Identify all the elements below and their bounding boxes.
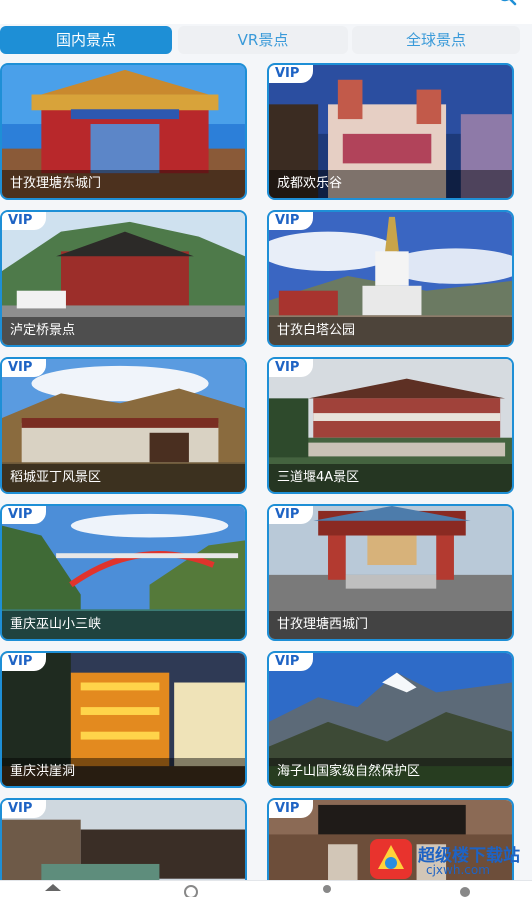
vip-badge: VIP — [269, 212, 313, 230]
compass-icon[interactable] — [182, 883, 200, 897]
card-title: 甘孜白塔公园 — [269, 317, 512, 345]
card-title: 重庆巫山小三峡 — [2, 611, 245, 639]
vip-badge: VIP — [269, 65, 313, 83]
scenic-card-sandaoyan[interactable]: VIP 三道堰4A景区 — [267, 357, 514, 494]
scenic-card-wushan-three-gorges[interactable]: VIP 重庆巫山小三峡 — [0, 504, 247, 641]
watermark-logo: 超级楼下载站 cjxwh.com — [368, 835, 528, 883]
profile-icon[interactable] — [456, 883, 474, 897]
home-icon[interactable] — [44, 883, 62, 897]
category-tabs: 国内景点 VR景点 全球景点 — [0, 26, 532, 56]
card-title: 成都欢乐谷 — [269, 170, 512, 198]
vip-badge: VIP — [2, 800, 46, 818]
card-title: 海子山国家级自然保护区 — [269, 758, 512, 786]
tab-vr[interactable]: VR景点 — [178, 26, 348, 54]
search-icon[interactable] — [496, 0, 518, 8]
vip-badge: VIP — [269, 800, 313, 818]
scenic-card-luding-bridge[interactable]: VIP 泸定桥景点 — [0, 210, 247, 347]
card-title: 稻城亚丁风景区 — [2, 464, 245, 492]
card-title: 甘孜理塘西城门 — [269, 611, 512, 639]
scenic-card-chengdu-happy-valley[interactable]: VIP 成都欢乐谷 — [267, 63, 514, 200]
tab-global[interactable]: 全球景点 — [352, 26, 520, 54]
card-title: 重庆洪崖洞 — [2, 758, 245, 786]
scenic-card-hongyadong[interactable]: VIP 重庆洪崖洞 — [0, 651, 247, 788]
card-title: 甘孜理塘东城门 — [2, 170, 245, 198]
scenic-card-haizishan[interactable]: VIP 海子山国家级自然保护区 — [267, 651, 514, 788]
scenic-card-litang-west-gate[interactable]: VIP 甘孜理塘西城门 — [267, 504, 514, 641]
watermark-icon — [370, 839, 412, 879]
vip-badge: VIP — [2, 653, 46, 671]
vip-badge: VIP — [2, 212, 46, 230]
watermark-url: cjxwh.com — [426, 863, 490, 877]
person-icon[interactable] — [318, 883, 336, 897]
page-title — [0, 0, 532, 8]
vip-badge: VIP — [269, 653, 313, 671]
scenic-card-ganzi-white-pagoda[interactable]: VIP 甘孜白塔公园 — [267, 210, 514, 347]
card-title: 三道堰4A景区 — [269, 464, 512, 492]
card-title: 泸定桥景点 — [2, 317, 245, 345]
scenic-card-litang-east-gate[interactable]: 甘孜理塘东城门 — [0, 63, 247, 200]
top-bar — [0, 0, 532, 24]
vip-badge: VIP — [269, 359, 313, 377]
vip-badge: VIP — [269, 506, 313, 524]
scenic-card-daocheng-yading[interactable]: VIP 稻城亚丁风景区 — [0, 357, 247, 494]
vip-badge: VIP — [2, 506, 46, 524]
tab-domestic[interactable]: 国内景点 — [0, 26, 172, 54]
vip-badge: VIP — [2, 359, 46, 377]
